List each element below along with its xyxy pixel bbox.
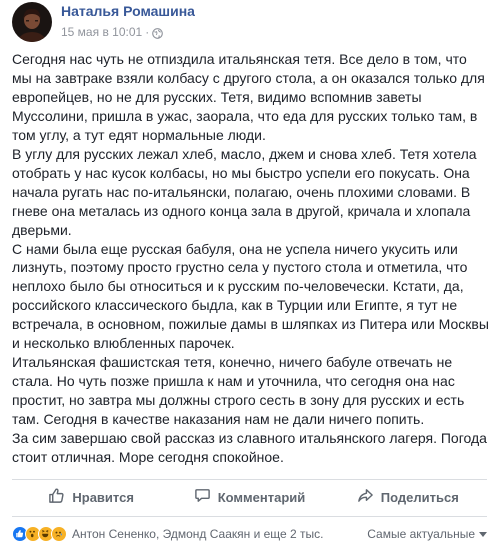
post-timeline: 15 мая в 10:01 ·: [61, 24, 195, 40]
sad-icon: [51, 526, 67, 542]
author-name[interactable]: Наталья Ромашина: [61, 2, 195, 20]
reactions-bar: Антон Сененко, Эдмонд Саакян и еще 2 тыс…: [12, 524, 487, 544]
reactors-summary[interactable]: Антон Сененко, Эдмонд Саакян и еще 2 тыс…: [72, 527, 324, 541]
post-paragraph: За сим завершаю свой рассказ из славного…: [12, 430, 487, 466]
post-header: Наталья Ромашина 15 мая в 10:01 ·: [12, 2, 195, 42]
post-paragraph: С нами была еще русская бабуля, она не у…: [12, 240, 489, 352]
post-paragraph: Сегодня нас чуть не отпиздила итальянска…: [12, 51, 485, 143]
comment-icon: [194, 487, 218, 507]
like-button[interactable]: Нравится: [12, 481, 170, 513]
facebook-post: Наталья Ромашина 15 мая в 10:01 · Сегодн…: [0, 0, 499, 548]
post-timestamp[interactable]: 15 мая в 10:01: [61, 24, 142, 40]
globe-icon[interactable]: [152, 27, 164, 39]
comment-label: Комментарий: [217, 489, 306, 505]
author-avatar[interactable]: [12, 2, 52, 42]
share-icon: [357, 487, 381, 507]
comment-button[interactable]: Комментарий: [170, 481, 328, 513]
post-actions: Нравится Комментарий Поделиться: [12, 481, 487, 513]
post-meta: Наталья Ромашина 15 мая в 10:01 ·: [61, 2, 195, 40]
post-paragraph: В углу для русских лежал хлеб, масло, дж…: [12, 145, 477, 238]
reaction-icons[interactable]: [12, 526, 67, 542]
sort-label: Самые актуальные: [367, 527, 475, 541]
comment-sort-dropdown[interactable]: Самые актуальные: [367, 527, 487, 541]
like-label: Нравится: [72, 489, 134, 505]
thumbs-up-icon: [48, 487, 72, 507]
post-body: Сегодня нас чуть не отпиздила итальянска…: [12, 50, 490, 467]
share-label: Поделиться: [380, 489, 459, 505]
share-button[interactable]: Поделиться: [329, 481, 487, 513]
divider: [12, 516, 487, 517]
post-paragraph: Итальянская фашистская тетя, конечно, ни…: [12, 354, 465, 428]
divider: [12, 479, 487, 480]
chevron-down-icon: [479, 531, 487, 537]
meta-separator: ·: [145, 25, 150, 39]
